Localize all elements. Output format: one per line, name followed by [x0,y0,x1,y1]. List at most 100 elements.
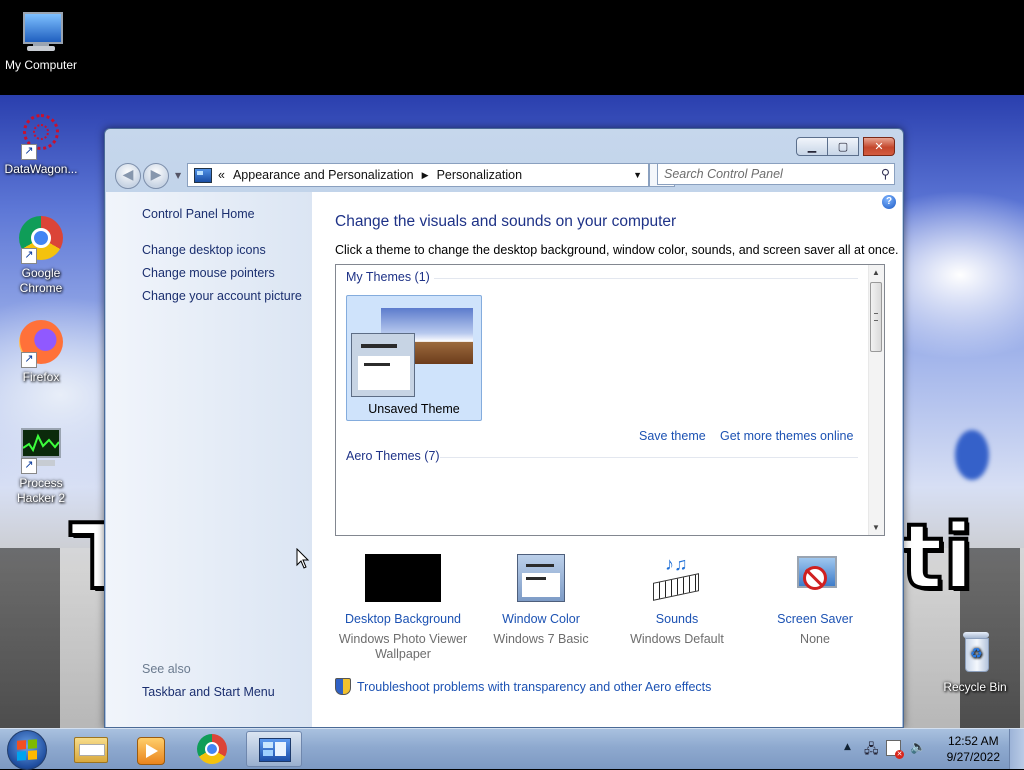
desktop-icon-recycle-bin[interactable]: ♻ Recycle Bin [934,630,1016,695]
network-icon[interactable]: 🖧 [864,740,879,762]
troubleshoot-link-text[interactable]: Troubleshoot problems with transparency … [357,680,711,694]
volume-icon[interactable]: 🔈 [910,740,926,755]
page-description: Click a theme to change the desktop back… [335,243,899,257]
search-input[interactable]: Search Control Panel ⚲ [657,163,895,185]
show-hidden-icons-button[interactable]: ▲ [844,742,851,752]
desktop-icon-my-computer[interactable]: My Computer [0,8,82,73]
windows-logo-icon [17,739,37,761]
theme-list[interactable]: My Themes (1) Unsaved Theme Save theme G… [335,264,885,536]
taskbar-media-player[interactable] [122,731,178,767]
setting-value: Windows Photo Viewer Wallpaper [338,632,468,661]
change-mouse-pointers-link[interactable]: Change mouse pointers [142,266,275,280]
taskbar-explorer[interactable] [62,731,118,767]
recycle-bin-icon: ♻ [951,630,999,678]
shortcut-arrow-icon: ↗ [21,144,37,160]
desktop-background-icon [365,554,441,602]
close-icon: ✕ [874,140,884,153]
scrollbar-thumb[interactable] [870,282,882,352]
computer-icon [17,8,65,56]
task-pane: Control Panel Home Change desktop icons … [106,192,312,727]
scroll-up-icon[interactable]: ▲ [872,268,880,277]
help-icon[interactable]: ? [882,195,896,209]
recent-pages-dropdown[interactable]: ▼ [175,171,181,180]
save-theme-link[interactable]: Save theme [639,429,706,443]
sounds-icon: ♪♫ [653,554,701,602]
maximize-button[interactable]: ▢ [827,137,859,156]
firefox-icon: ↗ [17,320,65,368]
datawagon-icon: ↗ [17,112,65,160]
desktop-icon-process-hacker[interactable]: ↗ Process Hacker 2 [0,426,82,506]
show-desktop-button[interactable] [1009,729,1024,769]
scroll-down-icon[interactable]: ▼ [872,523,880,532]
mouse-cursor-icon [296,548,310,569]
desktop-icon-firefox[interactable]: ↗ Firefox [0,320,82,385]
close-button[interactable]: ✕ [863,137,895,156]
shortcut-arrow-icon: ↗ [21,458,37,474]
aero-themes-group-title[interactable]: Aero Themes (7) [346,449,440,463]
taskbar-control-panel[interactable] [246,731,302,767]
control-panel-home-link[interactable]: Control Panel Home [142,207,255,221]
desktop-icon-google-chrome[interactable]: ↗ Google Chrome [0,216,82,296]
address-bar[interactable]: « Appearance and Personalization ▶ Perso… [187,163,649,187]
breadcrumb-personalization[interactable]: Personalization [437,168,522,182]
window-content: Control Panel Home Change desktop icons … [106,192,902,727]
change-account-picture-link[interactable]: Change your account picture [142,289,302,303]
setting-value: None [800,632,830,646]
desktop-icon-label: Firefox [22,370,60,384]
theme-settings: Desktop Background Windows Photo Viewer … [335,554,895,664]
desktop-icon-datawagon[interactable]: ↗ DataWagon... [0,112,82,177]
chrome-icon [197,734,227,764]
window-color-icon [517,554,565,602]
taskbar-chrome[interactable] [184,731,240,767]
setting-value: Windows Default [630,632,724,646]
start-button[interactable] [7,730,47,770]
desktop-icon-label: Process Hacker 2 [16,476,66,505]
my-themes-group-title[interactable]: My Themes (1) [346,270,430,284]
maximize-icon: ▢ [837,140,849,153]
get-more-themes-link[interactable]: Get more themes online [720,429,853,443]
clock[interactable]: 12:52 AM 9/27/2022 [947,733,1000,765]
shortcut-arrow-icon: ↗ [21,352,37,368]
theme-name: Unsaved Theme [368,402,460,416]
theme-tile-unsaved[interactable]: Unsaved Theme [346,295,482,421]
back-arrow-icon: ◀ [122,167,134,183]
forward-arrow-icon: ▶ [150,167,162,183]
chrome-icon: ↗ [17,216,65,264]
setting-label[interactable]: Desktop Background [333,612,473,626]
back-button[interactable]: ◀ [115,163,141,189]
navigation-bar: ◀ ▶ ▼ « Appearance and Personalization ▶… [113,162,895,189]
setting-label[interactable]: Screen Saver [745,612,885,626]
breadcrumb-separator-icon[interactable]: ▶ [422,170,429,181]
setting-value: Windows 7 Basic [493,632,589,646]
forward-button[interactable]: ▶ [143,163,169,189]
taskbar: ▲ 🖧 ✕ 🔈 12:52 AM 9/27/2022 [0,728,1024,770]
desktop-icon-label: Google Chrome [19,266,63,295]
taskbar-start-menu-link[interactable]: Taskbar and Start Menu [142,685,275,699]
search-icon[interactable]: ⚲ [881,164,890,185]
wallpaper-text-right: ti [898,503,976,612]
group-divider [440,457,858,458]
theme-thumbnail [351,308,473,397]
clock-date: 9/27/2022 [946,750,1000,764]
notification-area: ▲ 🖧 ✕ 🔈 12:52 AM 9/27/2022 [824,729,1024,769]
clock-time: 12:52 AM [947,734,999,748]
address-dropdown-icon[interactable]: ▼ [633,170,642,180]
desktop-icon-label: My Computer [4,58,78,72]
change-desktop-icons-link[interactable]: Change desktop icons [142,243,266,257]
process-hacker-icon: ↗ [17,426,65,474]
breadcrumb-appearance[interactable]: Appearance and Personalization [233,168,414,182]
address-overflow-chevron[interactable]: « [218,168,225,182]
theme-list-scrollbar[interactable]: ▲ ▼ [868,265,884,535]
setting-label[interactable]: Window Color [471,612,611,626]
wallpaper-blob [955,430,989,480]
screen-saver-icon [793,554,839,600]
desktop-icon-label: Recycle Bin [943,680,1007,694]
desktop-icon-label: DataWagon... [4,162,78,176]
minimize-button[interactable]: ▁ [796,137,828,156]
window-controls: ▁ ▢ ✕ [796,137,895,156]
setting-label[interactable]: Sounds [607,612,747,626]
control-panel-icon [194,167,212,183]
media-player-icon [137,737,165,765]
action-center-icon[interactable]: ✕ [886,740,904,759]
troubleshoot-link[interactable]: Troubleshoot problems with transparency … [335,678,711,695]
